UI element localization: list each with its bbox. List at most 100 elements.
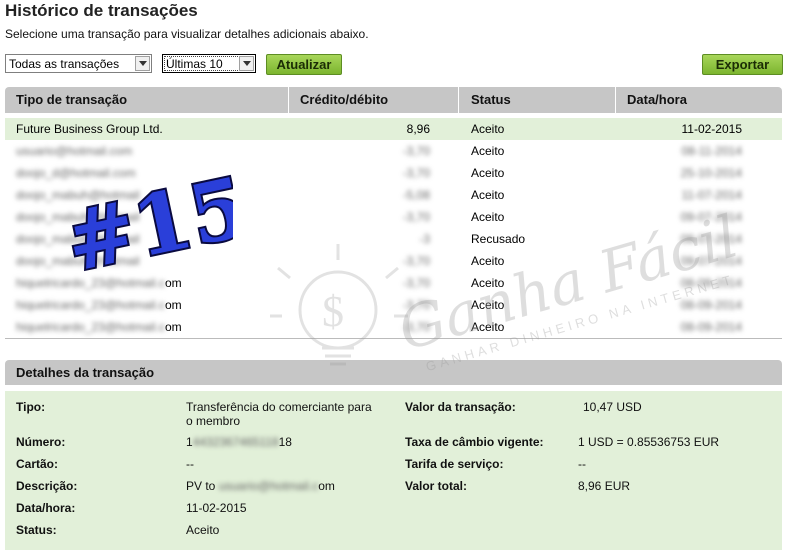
label-cartao: Cartão: — [16, 457, 59, 471]
cell-amount: -3,70 — [402, 276, 430, 290]
cell-type: Future Business Group Ltd. — [16, 118, 163, 140]
label-valor: Valor da transação: — [405, 400, 516, 414]
column-header-amount[interactable]: Crédito/débito — [288, 87, 470, 113]
cell-type-text: doojo_mabuh@hotmail — [16, 254, 140, 268]
range-value: Últimas 10 — [166, 57, 223, 71]
cell-status: Aceito — [471, 188, 505, 202]
cell-amount: -5,08 — [402, 188, 430, 202]
value-numero: 1443236746511818 — [186, 435, 292, 449]
table-row[interactable]: usuario@hotmail.com -3,70 Aceito 08-11-2014 — [5, 140, 782, 162]
cell-type-text: doojo_mabuh@hotmail — [16, 188, 140, 202]
value-numero-start: 1 — [186, 435, 193, 449]
cell-type: doojo_mabuh@hotmail — [16, 250, 140, 272]
cell-date: 08-09-2014 — [680, 298, 742, 312]
cell-amount: -3,70 — [402, 144, 430, 158]
label-numero: Número: — [16, 435, 66, 449]
table-divider — [5, 338, 782, 339]
details-panel: Tipo: Transferência do comerciante para … — [5, 391, 782, 550]
cell-type-tail: om — [164, 298, 182, 312]
cell-amount: 8,96 — [406, 122, 430, 136]
cell-type: hiquelricardo_23@hotmail.com — [16, 294, 182, 316]
cell-date: 09-07-2014 — [680, 210, 742, 224]
toolbar: Todas as transações Últimas 10 Atualizar… — [5, 54, 783, 76]
column-header-type[interactable]: Tipo de transação — [16, 87, 286, 113]
chevron-down-icon[interactable] — [239, 56, 254, 71]
cell-date: 11-02-2015 — [681, 122, 743, 136]
cell-status: Recusado — [471, 232, 526, 246]
cell-status: Aceito — [471, 122, 505, 136]
value-descricao-redacted: usuario@hotmail.c — [218, 479, 319, 493]
label-total: Valor total: — [405, 479, 468, 493]
table-row[interactable]: doojo_mabuh@hotmail -5,08 Aceito 11-07-2014 — [5, 184, 782, 206]
value-numero-end: 18 — [278, 435, 292, 449]
export-button[interactable]: Exportar — [702, 54, 783, 75]
cell-type-text: hiquelricardo_23@hotmail.c — [16, 298, 165, 312]
table-row[interactable]: doojo_mabuh@hotmail -3 Recusado 08-07-2014 — [5, 228, 782, 250]
cell-type: usuario@hotmail.com — [16, 140, 132, 162]
table-row[interactable]: doojo_d@hotmail.com -3,70 Aceito 25-10-2014 — [5, 162, 782, 184]
value-tipo-line2: o membro — [186, 414, 241, 428]
value-descricao: PV to usuario@hotmail.com — [186, 479, 335, 493]
cell-type-text: doojo_mabuh@hotmail — [16, 232, 140, 246]
table-row[interactable]: hiquelricardo_23@hotmail.com -3,70 Aceito 0… — [5, 316, 782, 338]
value-data: 11-02-2015 — [186, 501, 247, 515]
value-tipo: Transferência do comerciante para o memb… — [186, 400, 396, 428]
table-row[interactable]: hiquelricardo_23@hotmail.com -3,70 Aceito 0… — [5, 272, 782, 294]
value-descricao-start: PV to — [186, 479, 219, 493]
chevron-down-icon[interactable] — [135, 56, 150, 71]
value-tarifa: -- — [578, 457, 586, 471]
cell-amount: -3,70 — [402, 166, 430, 180]
details-title: Detalhes da transação — [16, 365, 155, 380]
label-descricao: Descrição: — [16, 479, 78, 493]
table-row[interactable]: Future Business Group Ltd. 8,96 Aceito 11-0… — [5, 118, 782, 140]
cell-type-text: doojo_d@hotmail.com — [16, 166, 136, 180]
cell-date: 09-07-2014 — [680, 254, 742, 268]
transactions-table-header: Tipo de transação Crédito/débito Status … — [5, 87, 782, 113]
label-tarifa: Tarifa de serviço: — [405, 457, 504, 471]
page-title: Histórico de transações — [5, 1, 198, 20]
value-numero-redacted: 4432367465118 — [192, 435, 279, 449]
cell-type-text: doojo_mabuh@hotmail — [16, 210, 140, 224]
cell-date: 08-09-2014 — [680, 320, 742, 334]
value-cartao: -- — [186, 457, 194, 471]
cell-type-tail: om — [164, 320, 182, 334]
range-select[interactable]: Últimas 10 — [162, 54, 256, 73]
table-row[interactable]: doojo_mabuh@hotmail -3,70 Aceito 09-07-2014 — [5, 206, 782, 228]
cell-type: hiquelricardo_23@hotmail.com — [16, 316, 182, 338]
cell-amount: -3,70 — [402, 210, 430, 224]
cell-date: 25-10-2014 — [680, 166, 742, 180]
column-header-status[interactable]: Status — [458, 87, 626, 113]
cell-amount: -3,70 — [402, 320, 430, 334]
cell-amount: -3,70 — [402, 254, 430, 268]
label-data: Data/hora: — [16, 501, 76, 515]
label-status: Status: — [16, 523, 57, 537]
cell-date: 08-11-2014 — [681, 144, 743, 158]
refresh-button[interactable]: Atualizar — [266, 54, 342, 75]
value-total: 8,96 EUR — [578, 479, 631, 493]
table-row[interactable]: doojo_mabuh@hotmail -3,70 Aceito 09-07-2014 — [5, 250, 782, 272]
cell-type: doojo_mabuh@hotmail — [16, 206, 140, 228]
cell-type-text: usuario@hotmail.com — [16, 144, 133, 158]
table-row[interactable]: hiquelricardo_23@hotmail.com -3,70 Aceito 0… — [5, 294, 782, 316]
transaction-filter-select[interactable]: Todas as transações — [5, 54, 152, 73]
cell-date: 08-07-2014 — [680, 232, 742, 246]
cell-status: Aceito — [471, 320, 505, 334]
cell-date: 08-09-2014 — [680, 276, 742, 290]
transaction-filter-value: Todas as transações — [9, 57, 120, 71]
cell-type: doojo_mabuh@hotmail — [16, 228, 140, 250]
details-header: Detalhes da transação — [5, 360, 782, 385]
cell-type-text: hiquelricardo_23@hotmail.c — [16, 320, 165, 334]
cell-type-tail: om — [164, 276, 182, 290]
cell-amount: -3 — [419, 232, 430, 246]
value-status: Aceito — [186, 523, 220, 537]
label-taxa: Taxa de câmbio vigente: — [405, 435, 544, 449]
value-descricao-end: om — [318, 479, 335, 493]
value-taxa: 1 USD = 0.85536753 EUR — [578, 435, 720, 449]
cell-status: Aceito — [471, 276, 505, 290]
page-subtitle: Selecione uma transação para visualizar … — [5, 27, 369, 41]
cell-type: hiquelricardo_23@hotmail.com — [16, 272, 182, 294]
cell-status: Aceito — [471, 210, 505, 224]
cell-status: Aceito — [471, 166, 505, 180]
column-header-date[interactable]: Data/hora — [615, 87, 787, 113]
cell-status: Aceito — [471, 298, 505, 312]
